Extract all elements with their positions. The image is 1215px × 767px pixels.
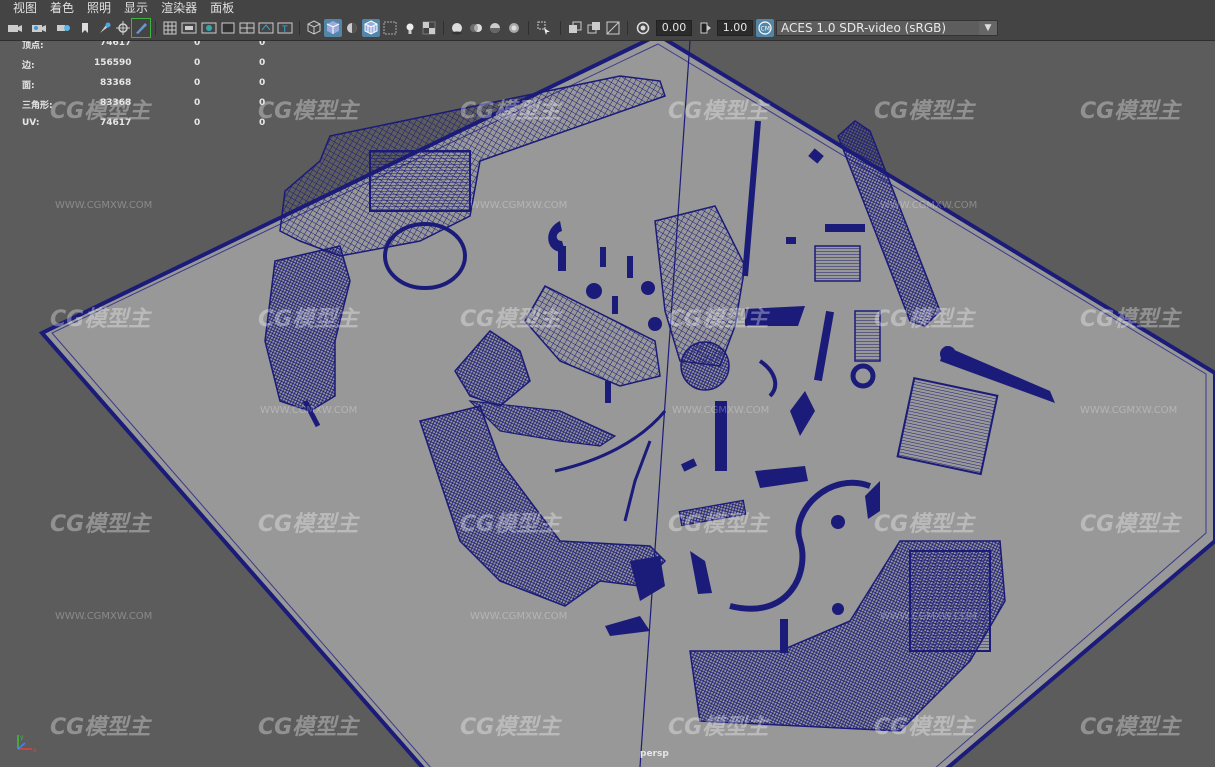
safe-action-icon[interactable]	[257, 19, 275, 37]
color-management-icon[interactable]: CM	[756, 19, 774, 37]
field-chart-icon[interactable]	[238, 19, 256, 37]
svg-text:CG模型主: CG模型主	[874, 715, 976, 740]
chevron-down-icon: ▼	[979, 21, 997, 35]
menu-lighting[interactable]: 照明	[74, 0, 111, 16]
ground-plane	[38, 41, 1215, 767]
grease-pencil-icon[interactable]	[131, 18, 151, 38]
recoil-plate	[680, 341, 730, 391]
safe-title-icon[interactable]: T	[276, 19, 294, 37]
shadows-icon[interactable]	[420, 19, 438, 37]
anti-alias-icon[interactable]	[486, 19, 504, 37]
svg-text:CG模型主: CG模型主	[258, 99, 360, 124]
isolate-select-icon[interactable]	[535, 19, 553, 37]
use-lights-icon[interactable]	[401, 19, 419, 37]
svg-text:CG模型主: CG模型主	[50, 512, 152, 537]
smooth-shade-icon[interactable]	[324, 19, 342, 37]
wireframe-on-shaded-icon[interactable]	[362, 19, 380, 37]
svg-text:CG模型主: CG模型主	[460, 99, 562, 124]
backface-icon[interactable]	[604, 19, 622, 37]
svg-text:CG模型主: CG模型主	[874, 99, 976, 124]
screen-space-ao-icon[interactable]	[448, 19, 466, 37]
grid-icon[interactable]	[161, 19, 179, 37]
camera-name-label: persp	[640, 749, 669, 759]
gamma-icon[interactable]	[697, 19, 715, 37]
menu-renderer[interactable]: 渲染器	[148, 0, 197, 16]
svg-text:WWW.CGMXW.COM: WWW.CGMXW.COM	[672, 405, 769, 416]
2d-pan-zoom-icon[interactable]	[96, 19, 114, 37]
svg-text:WWW.CGMXW.COM: WWW.CGMXW.COM	[470, 200, 567, 211]
svg-text:WWW.CGMXW.COM: WWW.CGMXW.COM	[55, 611, 152, 622]
image-plane-icon[interactable]	[76, 19, 94, 37]
camera-attributes-icon[interactable]	[30, 19, 48, 37]
svg-text:CG模型主: CG模型主	[668, 99, 770, 124]
svg-text:WWW.CGMXW.COM: WWW.CGMXW.COM	[55, 200, 152, 211]
camera-select-icon[interactable]	[6, 19, 24, 37]
xray-active-icon[interactable]	[585, 19, 603, 37]
gamma-field[interactable]: 1.00	[717, 20, 753, 36]
depth-of-field-icon[interactable]	[505, 19, 523, 37]
cylinder-window	[909, 550, 991, 652]
svg-text:WWW.CGMXW.COM: WWW.CGMXW.COM	[1080, 405, 1177, 416]
svg-text:CG模型主: CG模型主	[460, 715, 562, 740]
menu-bar: 视图 着色 照明 显示 渲染器 面板	[0, 0, 1215, 16]
menu-show[interactable]: 显示	[111, 0, 148, 16]
svg-text:CG模型主: CG模型主	[1080, 715, 1182, 740]
svg-text:WWW.CGMXW.COM: WWW.CGMXW.COM	[260, 405, 357, 416]
3d-viewport[interactable]: CG模型主 CG模型主 CG模型主 CG模型主 CG模型主 CG模型主 CG模型主 CG模型…	[0, 41, 1215, 767]
wireframe-icon[interactable]	[305, 19, 323, 37]
svg-text:WWW.CGMXW.COM: WWW.CGMXW.COM	[470, 611, 567, 622]
default-material-icon[interactable]	[343, 19, 361, 37]
menu-view[interactable]: 视图	[0, 0, 37, 16]
gate-mask-icon[interactable]	[219, 19, 237, 37]
svg-text:CG模型主: CG模型主	[668, 307, 770, 332]
exposure-icon[interactable]	[634, 19, 652, 37]
resolution-gate-icon[interactable]	[200, 19, 218, 37]
svg-text:CG模型主: CG模型主	[50, 715, 152, 740]
svg-text:WWW.CGMXW.COM: WWW.CGMXW.COM	[880, 200, 977, 211]
svg-text:CG模型主: CG模型主	[50, 307, 152, 332]
svg-text:CG模型主: CG模型主	[874, 512, 976, 537]
svg-text:CG模型主: CG模型主	[258, 307, 360, 332]
svg-text:CG模型主: CG模型主	[1080, 512, 1182, 537]
svg-text:y: y	[20, 734, 24, 741]
color-space-dropdown[interactable]: ACES 1.0 SDR-video (sRGB) ▼	[776, 20, 998, 36]
menu-shading[interactable]: 着色	[37, 0, 74, 16]
pan-icon[interactable]	[114, 19, 132, 37]
gate-part	[814, 245, 861, 282]
axis-gizmo-icon: y x	[14, 731, 44, 759]
xray-joints-icon[interactable]	[566, 19, 584, 37]
film-gate-icon[interactable]	[180, 19, 198, 37]
menu-panels[interactable]: 面板	[197, 0, 234, 16]
bookmark-icon[interactable]	[54, 19, 72, 37]
svg-text:CG模型主: CG模型主	[460, 307, 562, 332]
color-space-label: ACES 1.0 SDR-video (sRGB)	[781, 21, 947, 35]
svg-text:CG模型主: CG模型主	[258, 512, 360, 537]
svg-text:T: T	[281, 25, 288, 35]
xray-icon[interactable]	[381, 19, 399, 37]
svg-text:WWW.CGMXW.COM: WWW.CGMXW.COM	[880, 611, 977, 622]
viewport-toolbar: T 0.00 1.00 CM ACES 1.0 SDR-video (sRGB)…	[0, 16, 1215, 41]
svg-text:x: x	[33, 747, 37, 754]
motion-blur-icon[interactable]	[467, 19, 485, 37]
svg-text:CG模型主: CG模型主	[668, 512, 770, 537]
svg-text:CG模型主: CG模型主	[258, 715, 360, 740]
svg-text:CG模型主: CG模型主	[1080, 99, 1182, 124]
exposure-field[interactable]: 0.00	[656, 20, 692, 36]
svg-text:CG模型主: CG模型主	[668, 715, 770, 740]
svg-text:CG模型主: CG模型主	[1080, 307, 1182, 332]
scene-canvas: CG模型主 CG模型主 CG模型主 CG模型主 CG模型主 CG模型主 CG模型主 CG模型…	[38, 41, 1215, 767]
svg-text:CG模型主: CG模型主	[460, 512, 562, 537]
svg-text:CM: CM	[761, 26, 770, 33]
svg-text:CG模型主: CG模型主	[874, 307, 976, 332]
cylinder	[896, 376, 999, 476]
